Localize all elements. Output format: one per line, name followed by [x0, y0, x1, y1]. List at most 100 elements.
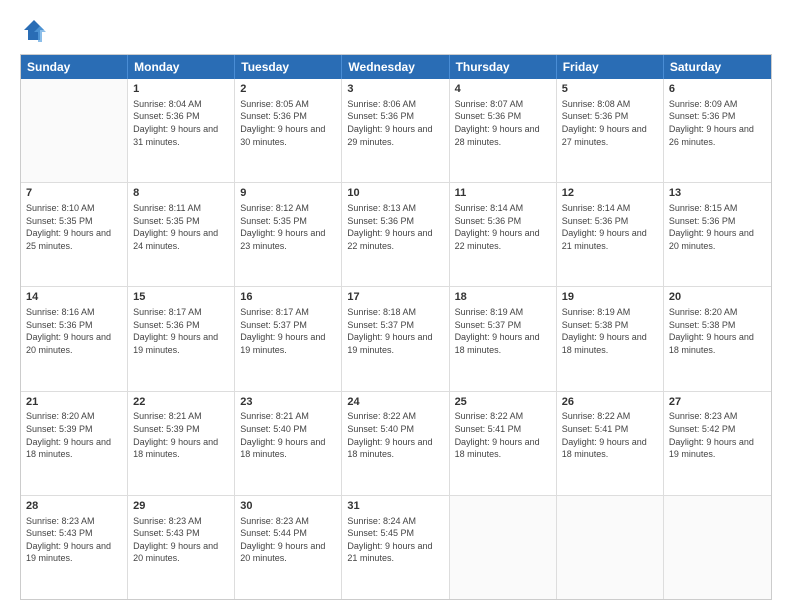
header-cell-thursday: Thursday: [450, 55, 557, 79]
cell-info: Sunrise: 8:11 AMSunset: 5:35 PMDaylight:…: [133, 202, 229, 252]
calendar-cell: 4Sunrise: 8:07 AMSunset: 5:36 PMDaylight…: [450, 79, 557, 182]
cell-info: Sunrise: 8:04 AMSunset: 5:36 PMDaylight:…: [133, 98, 229, 148]
cell-info: Sunrise: 8:14 AMSunset: 5:36 PMDaylight:…: [562, 202, 658, 252]
day-number: 21: [26, 395, 122, 410]
calendar-cell: 3Sunrise: 8:06 AMSunset: 5:36 PMDaylight…: [342, 79, 449, 182]
day-number: 14: [26, 290, 122, 305]
logo: [20, 16, 52, 44]
day-number: 26: [562, 395, 658, 410]
calendar-cell: 31Sunrise: 8:24 AMSunset: 5:45 PMDayligh…: [342, 496, 449, 599]
day-number: 18: [455, 290, 551, 305]
calendar-cell: [557, 496, 664, 599]
cell-info: Sunrise: 8:22 AMSunset: 5:40 PMDaylight:…: [347, 410, 443, 460]
calendar-cell: 11Sunrise: 8:14 AMSunset: 5:36 PMDayligh…: [450, 183, 557, 286]
day-number: 22: [133, 395, 229, 410]
calendar-cell: 25Sunrise: 8:22 AMSunset: 5:41 PMDayligh…: [450, 392, 557, 495]
cell-info: Sunrise: 8:21 AMSunset: 5:39 PMDaylight:…: [133, 410, 229, 460]
calendar-cell: 27Sunrise: 8:23 AMSunset: 5:42 PMDayligh…: [664, 392, 771, 495]
calendar-cell: 30Sunrise: 8:23 AMSunset: 5:44 PMDayligh…: [235, 496, 342, 599]
cell-info: Sunrise: 8:09 AMSunset: 5:36 PMDaylight:…: [669, 98, 766, 148]
day-number: 5: [562, 82, 658, 97]
cell-info: Sunrise: 8:20 AMSunset: 5:39 PMDaylight:…: [26, 410, 122, 460]
calendar-cell: 28Sunrise: 8:23 AMSunset: 5:43 PMDayligh…: [21, 496, 128, 599]
day-number: 27: [669, 395, 766, 410]
cell-info: Sunrise: 8:19 AMSunset: 5:38 PMDaylight:…: [562, 306, 658, 356]
day-number: 8: [133, 186, 229, 201]
day-number: 29: [133, 499, 229, 514]
calendar-cell: 26Sunrise: 8:22 AMSunset: 5:41 PMDayligh…: [557, 392, 664, 495]
calendar-cell: [664, 496, 771, 599]
calendar-cell: 12Sunrise: 8:14 AMSunset: 5:36 PMDayligh…: [557, 183, 664, 286]
calendar-cell: [21, 79, 128, 182]
day-number: 2: [240, 82, 336, 97]
cell-info: Sunrise: 8:22 AMSunset: 5:41 PMDaylight:…: [562, 410, 658, 460]
header-cell-monday: Monday: [128, 55, 235, 79]
cell-info: Sunrise: 8:23 AMSunset: 5:42 PMDaylight:…: [669, 410, 766, 460]
calendar-row: 1Sunrise: 8:04 AMSunset: 5:36 PMDaylight…: [21, 79, 771, 183]
day-number: 16: [240, 290, 336, 305]
header-cell-sunday: Sunday: [21, 55, 128, 79]
calendar-cell: 16Sunrise: 8:17 AMSunset: 5:37 PMDayligh…: [235, 287, 342, 390]
calendar-cell: 2Sunrise: 8:05 AMSunset: 5:36 PMDaylight…: [235, 79, 342, 182]
cell-info: Sunrise: 8:21 AMSunset: 5:40 PMDaylight:…: [240, 410, 336, 460]
day-number: 23: [240, 395, 336, 410]
day-number: 7: [26, 186, 122, 201]
calendar-row: 14Sunrise: 8:16 AMSunset: 5:36 PMDayligh…: [21, 287, 771, 391]
calendar-cell: 22Sunrise: 8:21 AMSunset: 5:39 PMDayligh…: [128, 392, 235, 495]
cell-info: Sunrise: 8:23 AMSunset: 5:43 PMDaylight:…: [26, 515, 122, 565]
calendar-cell: 13Sunrise: 8:15 AMSunset: 5:36 PMDayligh…: [664, 183, 771, 286]
logo-icon: [20, 16, 48, 44]
cell-info: Sunrise: 8:20 AMSunset: 5:38 PMDaylight:…: [669, 306, 766, 356]
cell-info: Sunrise: 8:17 AMSunset: 5:36 PMDaylight:…: [133, 306, 229, 356]
day-number: 10: [347, 186, 443, 201]
calendar-cell: 24Sunrise: 8:22 AMSunset: 5:40 PMDayligh…: [342, 392, 449, 495]
calendar-cell: 23Sunrise: 8:21 AMSunset: 5:40 PMDayligh…: [235, 392, 342, 495]
calendar-cell: 5Sunrise: 8:08 AMSunset: 5:36 PMDaylight…: [557, 79, 664, 182]
day-number: 24: [347, 395, 443, 410]
cell-info: Sunrise: 8:07 AMSunset: 5:36 PMDaylight:…: [455, 98, 551, 148]
cell-info: Sunrise: 8:22 AMSunset: 5:41 PMDaylight:…: [455, 410, 551, 460]
day-number: 6: [669, 82, 766, 97]
cell-info: Sunrise: 8:16 AMSunset: 5:36 PMDaylight:…: [26, 306, 122, 356]
cell-info: Sunrise: 8:24 AMSunset: 5:45 PMDaylight:…: [347, 515, 443, 565]
day-number: 3: [347, 82, 443, 97]
header: [20, 16, 772, 44]
day-number: 1: [133, 82, 229, 97]
cell-info: Sunrise: 8:14 AMSunset: 5:36 PMDaylight:…: [455, 202, 551, 252]
calendar-cell: 21Sunrise: 8:20 AMSunset: 5:39 PMDayligh…: [21, 392, 128, 495]
day-number: 31: [347, 499, 443, 514]
calendar-cell: 7Sunrise: 8:10 AMSunset: 5:35 PMDaylight…: [21, 183, 128, 286]
header-cell-tuesday: Tuesday: [235, 55, 342, 79]
calendar-cell: [450, 496, 557, 599]
calendar-cell: 29Sunrise: 8:23 AMSunset: 5:43 PMDayligh…: [128, 496, 235, 599]
day-number: 17: [347, 290, 443, 305]
cell-info: Sunrise: 8:19 AMSunset: 5:37 PMDaylight:…: [455, 306, 551, 356]
calendar-cell: 14Sunrise: 8:16 AMSunset: 5:36 PMDayligh…: [21, 287, 128, 390]
calendar-cell: 8Sunrise: 8:11 AMSunset: 5:35 PMDaylight…: [128, 183, 235, 286]
calendar-cell: 10Sunrise: 8:13 AMSunset: 5:36 PMDayligh…: [342, 183, 449, 286]
day-number: 9: [240, 186, 336, 201]
page: SundayMondayTuesdayWednesdayThursdayFrid…: [0, 0, 792, 612]
day-number: 25: [455, 395, 551, 410]
day-number: 19: [562, 290, 658, 305]
cell-info: Sunrise: 8:10 AMSunset: 5:35 PMDaylight:…: [26, 202, 122, 252]
header-cell-friday: Friday: [557, 55, 664, 79]
calendar-cell: 17Sunrise: 8:18 AMSunset: 5:37 PMDayligh…: [342, 287, 449, 390]
cell-info: Sunrise: 8:06 AMSunset: 5:36 PMDaylight:…: [347, 98, 443, 148]
cell-info: Sunrise: 8:08 AMSunset: 5:36 PMDaylight:…: [562, 98, 658, 148]
day-number: 12: [562, 186, 658, 201]
calendar-cell: 20Sunrise: 8:20 AMSunset: 5:38 PMDayligh…: [664, 287, 771, 390]
header-cell-wednesday: Wednesday: [342, 55, 449, 79]
cell-info: Sunrise: 8:13 AMSunset: 5:36 PMDaylight:…: [347, 202, 443, 252]
calendar-cell: 18Sunrise: 8:19 AMSunset: 5:37 PMDayligh…: [450, 287, 557, 390]
cell-info: Sunrise: 8:18 AMSunset: 5:37 PMDaylight:…: [347, 306, 443, 356]
cell-info: Sunrise: 8:23 AMSunset: 5:43 PMDaylight:…: [133, 515, 229, 565]
calendar-row: 21Sunrise: 8:20 AMSunset: 5:39 PMDayligh…: [21, 392, 771, 496]
calendar-header: SundayMondayTuesdayWednesdayThursdayFrid…: [21, 55, 771, 79]
calendar-cell: 19Sunrise: 8:19 AMSunset: 5:38 PMDayligh…: [557, 287, 664, 390]
day-number: 15: [133, 290, 229, 305]
cell-info: Sunrise: 8:12 AMSunset: 5:35 PMDaylight:…: [240, 202, 336, 252]
cell-info: Sunrise: 8:23 AMSunset: 5:44 PMDaylight:…: [240, 515, 336, 565]
day-number: 30: [240, 499, 336, 514]
day-number: 11: [455, 186, 551, 201]
